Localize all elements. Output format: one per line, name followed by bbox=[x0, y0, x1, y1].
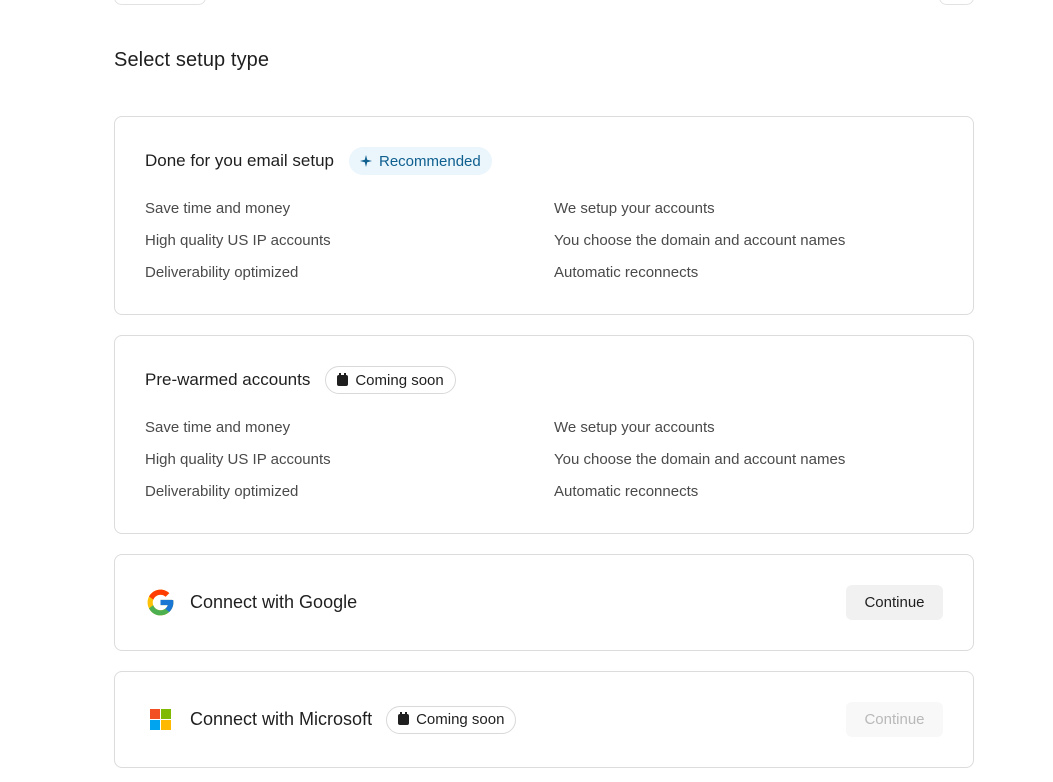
calendar-icon bbox=[337, 372, 349, 386]
feature-item: We setup your accounts bbox=[554, 200, 715, 217]
feature-item: Save time and money bbox=[145, 200, 291, 217]
google-logo-icon bbox=[145, 587, 176, 618]
card-title: Connect with Google bbox=[190, 592, 358, 612]
badge-label: Coming soon bbox=[355, 371, 444, 389]
feature-item: You choose the domain and account names bbox=[554, 451, 846, 468]
feature-item: Save time and money bbox=[145, 419, 291, 436]
sparkle-icon bbox=[360, 155, 372, 167]
card-title: Connect with Microsoft bbox=[190, 709, 373, 729]
feature-item: We setup your accounts bbox=[554, 419, 715, 436]
coming-soon-badge: Coming soon bbox=[325, 366, 456, 394]
card-header: Connect with Google bbox=[145, 555, 357, 650]
card-header: Done for you email setup Recommended bbox=[145, 147, 492, 175]
badge-label: Recommended bbox=[379, 152, 481, 170]
feature-list: Save time and money We setup your accoun… bbox=[145, 417, 945, 502]
feature-item: Deliverability optimized bbox=[145, 264, 299, 281]
done-for-you-option-card[interactable]: Done for you email setup Recommended Sav… bbox=[114, 116, 974, 315]
feature-item: High quality US IP accounts bbox=[145, 232, 331, 249]
microsoft-logo-icon bbox=[145, 704, 176, 735]
card-title: Done for you email setup bbox=[145, 151, 334, 170]
calendar-icon bbox=[398, 712, 410, 725]
previous-section-button[interactable] bbox=[114, 0, 206, 5]
card-header: Connect with Microsoft Coming soon bbox=[145, 672, 517, 767]
feature-item: You choose the domain and account names bbox=[554, 232, 846, 249]
microsoft-continue-button[interactable]: Continue bbox=[846, 702, 943, 737]
coming-soon-badge: Coming soon bbox=[386, 705, 517, 734]
recommended-badge: Recommended bbox=[349, 147, 492, 175]
feature-item: Automatic reconnects bbox=[554, 264, 699, 281]
microsoft-connect-card[interactable]: Connect with Microsoft Coming soon Conti… bbox=[114, 671, 974, 768]
feature-list: Save time and money We setup your accoun… bbox=[145, 198, 945, 283]
badge-label: Coming soon bbox=[416, 711, 505, 728]
setup-page: Select setup type Done for you email set… bbox=[0, 0, 1053, 782]
pre-warmed-option-card[interactable]: Pre-warmed accounts Coming soon Save tim… bbox=[114, 335, 974, 534]
feature-item: Deliverability optimized bbox=[145, 483, 299, 500]
feature-item: High quality US IP accounts bbox=[145, 451, 331, 468]
google-continue-button[interactable]: Continue bbox=[846, 585, 943, 620]
card-header: Pre-warmed accounts Coming soon bbox=[145, 366, 456, 394]
page-title: Select setup type bbox=[114, 49, 270, 71]
google-connect-card[interactable]: Connect with Google Continue bbox=[114, 554, 974, 651]
previous-section-control[interactable] bbox=[939, 0, 974, 5]
card-title: Pre-warmed accounts bbox=[145, 370, 311, 389]
feature-item: Automatic reconnects bbox=[554, 483, 699, 500]
